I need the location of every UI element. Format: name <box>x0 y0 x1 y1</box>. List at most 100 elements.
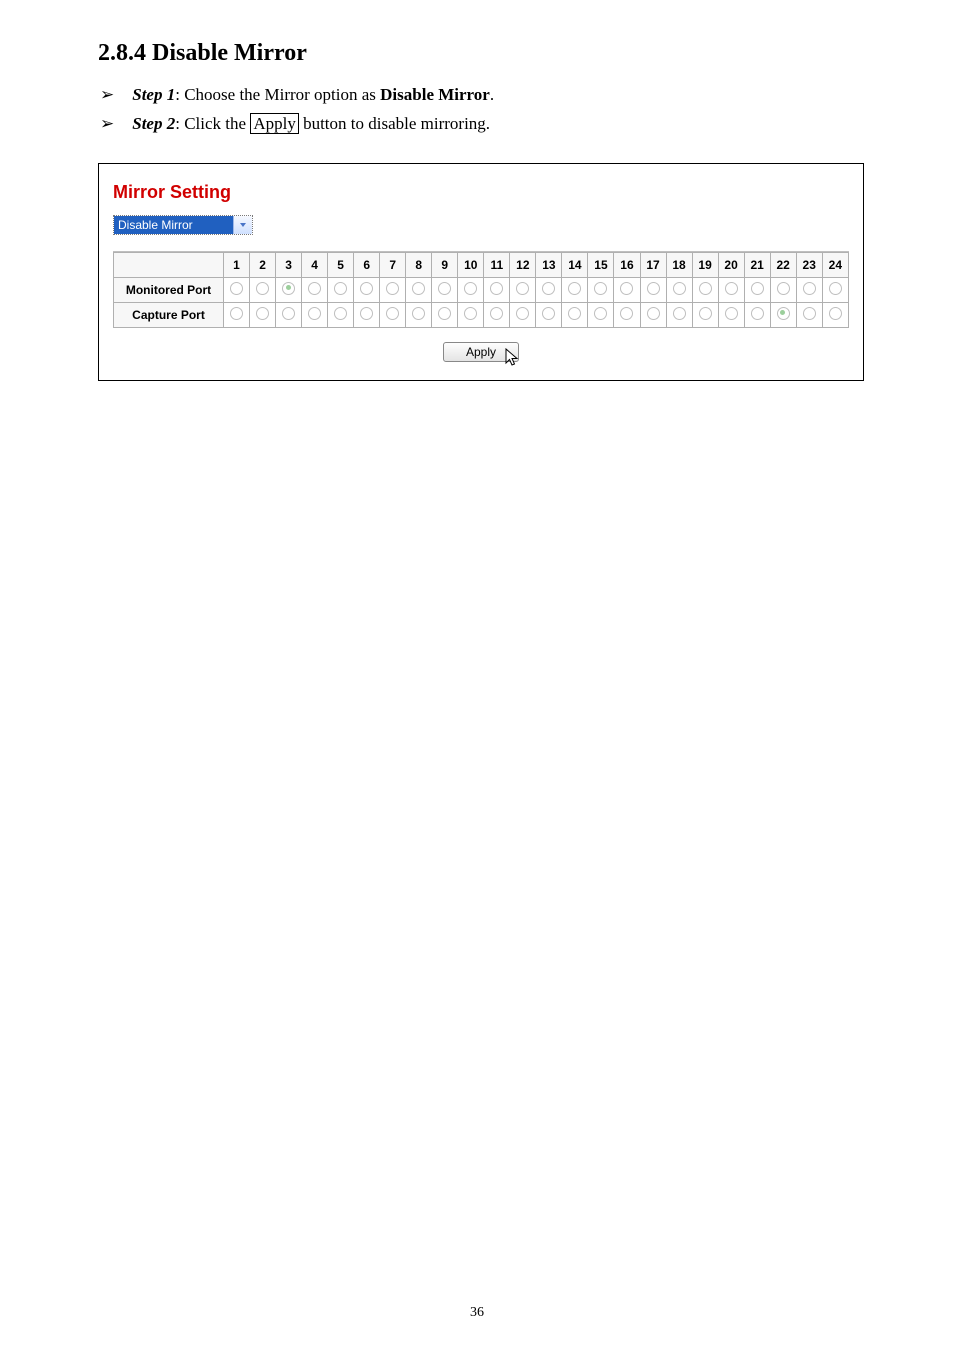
capture-port-radio-11[interactable] <box>484 302 510 327</box>
monitored-port-radio-14[interactable] <box>562 277 588 302</box>
col-header: 21 <box>744 252 770 277</box>
capture-port-radio-9[interactable] <box>432 302 458 327</box>
radio-icon <box>412 282 425 295</box>
col-header: 18 <box>666 252 692 277</box>
radio-icon <box>386 282 399 295</box>
radio-icon <box>412 307 425 320</box>
table-row: Monitored Port <box>114 277 849 302</box>
capture-port-radio-12[interactable] <box>510 302 536 327</box>
panel-title: Mirror Setting <box>113 182 849 203</box>
capture-port-radio-14[interactable] <box>562 302 588 327</box>
capture-port-radio-21[interactable] <box>744 302 770 327</box>
col-header: 7 <box>380 252 406 277</box>
capture-port-radio-20[interactable] <box>718 302 744 327</box>
radio-icon <box>464 282 477 295</box>
capture-port-radio-4[interactable] <box>302 302 328 327</box>
step-2-text-a: : Click the <box>175 114 250 133</box>
capture-port-radio-10[interactable] <box>458 302 484 327</box>
radio-icon <box>516 282 529 295</box>
radio-icon <box>673 307 686 320</box>
col-header: 13 <box>536 252 562 277</box>
radio-icon <box>282 282 295 295</box>
radio-icon <box>829 307 842 320</box>
header-row: 1 2 3 4 5 6 7 8 9 10 11 12 13 14 15 16 1 <box>114 252 849 277</box>
capture-port-radio-6[interactable] <box>354 302 380 327</box>
capture-port-radio-3[interactable] <box>276 302 302 327</box>
radio-icon <box>334 307 347 320</box>
capture-port-radio-15[interactable] <box>588 302 614 327</box>
capture-port-radio-7[interactable] <box>380 302 406 327</box>
monitored-port-radio-10[interactable] <box>458 277 484 302</box>
radio-icon <box>673 282 686 295</box>
col-header: 10 <box>458 252 484 277</box>
col-header: 12 <box>510 252 536 277</box>
capture-port-radio-5[interactable] <box>328 302 354 327</box>
capture-port-radio-16[interactable] <box>614 302 640 327</box>
col-header: 17 <box>640 252 666 277</box>
col-header: 23 <box>796 252 822 277</box>
col-header: 14 <box>562 252 588 277</box>
monitored-port-radio-4[interactable] <box>302 277 328 302</box>
monitored-port-radio-18[interactable] <box>666 277 692 302</box>
monitored-port-radio-21[interactable] <box>744 277 770 302</box>
apply-button[interactable]: Apply <box>443 342 519 362</box>
capture-port-radio-8[interactable] <box>406 302 432 327</box>
monitored-port-radio-9[interactable] <box>432 277 458 302</box>
radio-icon <box>308 282 321 295</box>
monitored-port-radio-2[interactable] <box>250 277 276 302</box>
monitored-port-radio-17[interactable] <box>640 277 666 302</box>
col-header: 15 <box>588 252 614 277</box>
radio-icon <box>308 307 321 320</box>
col-header: 8 <box>406 252 432 277</box>
capture-port-radio-24[interactable] <box>822 302 848 327</box>
monitored-port-radio-23[interactable] <box>796 277 822 302</box>
monitored-port-radio-12[interactable] <box>510 277 536 302</box>
mirror-mode-dropdown[interactable]: Disable Mirror <box>113 215 253 235</box>
col-header: 16 <box>614 252 640 277</box>
radio-icon <box>594 282 607 295</box>
capture-port-radio-13[interactable] <box>536 302 562 327</box>
col-header: 2 <box>250 252 276 277</box>
capture-port-radio-19[interactable] <box>692 302 718 327</box>
radio-icon <box>803 307 816 320</box>
radio-icon <box>230 307 243 320</box>
step-2-label: Step 2 <box>132 114 175 133</box>
radio-icon <box>490 282 503 295</box>
col-header: 6 <box>354 252 380 277</box>
chevron-down-icon[interactable] <box>233 216 252 234</box>
capture-port-radio-23[interactable] <box>796 302 822 327</box>
radio-icon <box>725 282 738 295</box>
monitored-port-radio-19[interactable] <box>692 277 718 302</box>
monitored-port-radio-13[interactable] <box>536 277 562 302</box>
monitored-port-radio-20[interactable] <box>718 277 744 302</box>
monitored-port-radio-24[interactable] <box>822 277 848 302</box>
monitored-port-radio-3[interactable] <box>276 277 302 302</box>
radio-icon <box>803 282 816 295</box>
radio-icon <box>360 282 373 295</box>
monitored-port-radio-15[interactable] <box>588 277 614 302</box>
radio-icon <box>230 282 243 295</box>
step-1-text-b: . <box>490 85 494 104</box>
monitored-port-radio-16[interactable] <box>614 277 640 302</box>
capture-port-radio-18[interactable] <box>666 302 692 327</box>
monitored-port-radio-1[interactable] <box>224 277 250 302</box>
dropdown-selected-value: Disable Mirror <box>114 216 233 234</box>
capture-port-radio-17[interactable] <box>640 302 666 327</box>
monitored-port-radio-8[interactable] <box>406 277 432 302</box>
radio-icon <box>256 307 269 320</box>
monitored-port-radio-22[interactable] <box>770 277 796 302</box>
radio-icon <box>542 282 555 295</box>
capture-port-radio-1[interactable] <box>224 302 250 327</box>
monitored-port-radio-11[interactable] <box>484 277 510 302</box>
monitored-port-radio-6[interactable] <box>354 277 380 302</box>
capture-port-radio-22[interactable] <box>770 302 796 327</box>
radio-icon <box>777 307 790 320</box>
capture-port-radio-2[interactable] <box>250 302 276 327</box>
radio-icon <box>620 282 633 295</box>
col-header: 3 <box>276 252 302 277</box>
radio-icon <box>542 307 555 320</box>
radio-icon <box>594 307 607 320</box>
monitored-port-radio-5[interactable] <box>328 277 354 302</box>
monitored-port-radio-7[interactable] <box>380 277 406 302</box>
radio-icon <box>725 307 738 320</box>
